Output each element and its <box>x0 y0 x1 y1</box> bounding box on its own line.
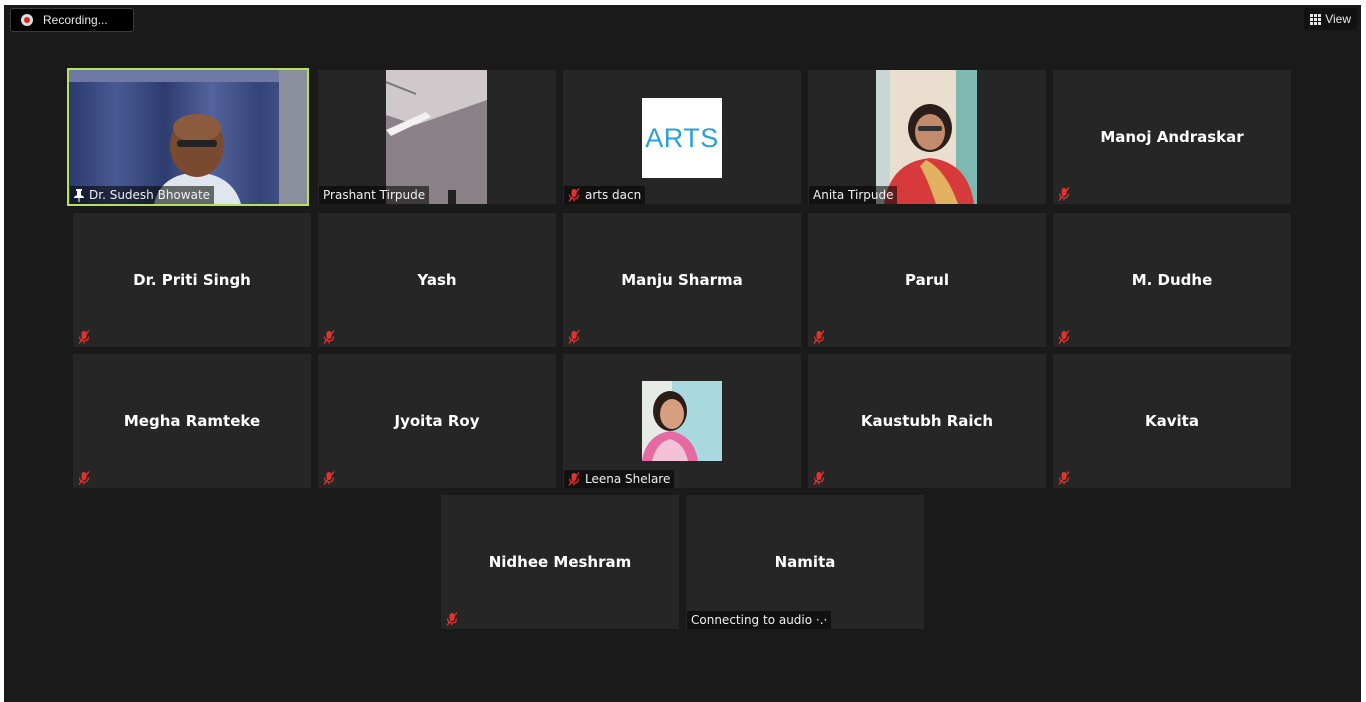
participant-name: arts dacn <box>585 188 642 202</box>
participant-tile-jyoita-roy[interactable]: Jyoita Roy <box>318 354 556 488</box>
muted-mic-icon <box>568 472 580 486</box>
muted-mic-icon <box>813 471 825 485</box>
participant-name: Yash <box>417 271 457 289</box>
participant-tile-kavita[interactable]: Kavita <box>1053 354 1291 488</box>
participant-name: Kaustubh Raich <box>860 412 994 430</box>
participant-tile-arts-dacn[interactable]: ARTS arts dacn <box>563 70 801 204</box>
muted-mic-icon <box>446 612 458 626</box>
participant-tile-priti-singh[interactable]: Dr. Priti Singh <box>73 213 311 347</box>
view-label: View <box>1325 12 1351 26</box>
muted-mic-icon <box>1058 187 1070 201</box>
participant-name: Dr. Priti Singh <box>133 271 251 289</box>
recording-label: Recording... <box>43 13 108 27</box>
participant-tile-anita-tirpude[interactable]: Anita Tirpude <box>808 70 1046 204</box>
muted-mic-icon <box>813 330 825 344</box>
grid-view-icon <box>1310 13 1322 25</box>
participant-name: Manoj Andraskar <box>1100 128 1244 146</box>
profile-picture: ARTS <box>642 98 722 178</box>
participant-tile-nidhee-meshram[interactable]: Nidhee Meshram <box>441 495 679 629</box>
profile-text: ARTS <box>645 122 719 153</box>
muted-mic-icon <box>78 330 90 344</box>
meeting-window: Recording... View Dr. Sudesh Bhowate Pra… <box>4 5 1361 702</box>
participant-tile-manoj-andraskar[interactable]: Manoj Andraskar <box>1053 70 1291 204</box>
muted-mic-icon <box>568 330 580 344</box>
participant-name-label: arts dacn <box>564 186 646 204</box>
participant-name-label: Dr. Sudesh Bhowate <box>70 186 215 204</box>
participant-name: M. Dudhe <box>1131 271 1213 289</box>
participant-name: Parul <box>905 271 949 289</box>
participant-tile-namita[interactable]: Namita Connecting to audio ·.· <box>686 495 924 629</box>
participant-tile-kaustubh-raich[interactable]: Kaustubh Raich <box>808 354 1046 488</box>
participant-tile-sudesh-bhowate[interactable]: Dr. Sudesh Bhowate <box>67 68 309 206</box>
participant-name: Nidhee Meshram <box>488 553 632 571</box>
audio-status-label: Connecting to audio ·.· <box>687 611 832 629</box>
muted-mic-icon <box>323 471 335 485</box>
participant-tile-prashant-tirpude[interactable]: Prashant Tirpude <box>318 70 556 204</box>
participant-video <box>386 70 487 204</box>
participant-name: Anita Tirpude <box>813 188 894 202</box>
participant-tile-yash[interactable]: Yash <box>318 213 556 347</box>
participant-video <box>876 70 977 204</box>
participant-name: Megha Ramteke <box>123 412 261 430</box>
participant-name-label: Prashant Tirpude <box>319 186 430 204</box>
participant-tile-m-dudhe[interactable]: M. Dudhe <box>1053 213 1291 347</box>
view-button[interactable]: View <box>1304 8 1357 30</box>
participant-tile-manju-sharma[interactable]: Manju Sharma <box>563 213 801 347</box>
muted-mic-icon <box>1058 471 1070 485</box>
participant-name-label: Leena Shelare <box>564 470 675 488</box>
participant-name: Kavita <box>1145 412 1199 430</box>
participant-video <box>69 70 307 204</box>
audio-status: Connecting to audio ·.· <box>691 613 828 627</box>
participant-name: Prashant Tirpude <box>323 188 426 202</box>
participant-name: Manju Sharma <box>621 271 743 289</box>
participant-tile-megha-ramteke[interactable]: Megha Ramteke <box>73 354 311 488</box>
participant-name: Namita <box>774 553 836 571</box>
profile-picture <box>642 381 722 461</box>
recording-indicator[interactable]: Recording... <box>10 8 134 32</box>
participant-tile-parul[interactable]: Parul <box>808 213 1046 347</box>
participant-name: Dr. Sudesh Bhowate <box>89 188 211 202</box>
participant-name: Leena Shelare <box>585 472 671 486</box>
participant-name: Jyoita Roy <box>394 412 480 430</box>
record-icon <box>21 14 33 26</box>
pin-icon <box>74 188 84 202</box>
participant-name-label: Anita Tirpude <box>809 186 898 204</box>
muted-mic-icon <box>568 188 580 202</box>
participant-tile-leena-shelare[interactable]: Leena Shelare <box>563 354 801 488</box>
muted-mic-icon <box>78 471 90 485</box>
muted-mic-icon <box>323 330 335 344</box>
muted-mic-icon <box>1058 330 1070 344</box>
